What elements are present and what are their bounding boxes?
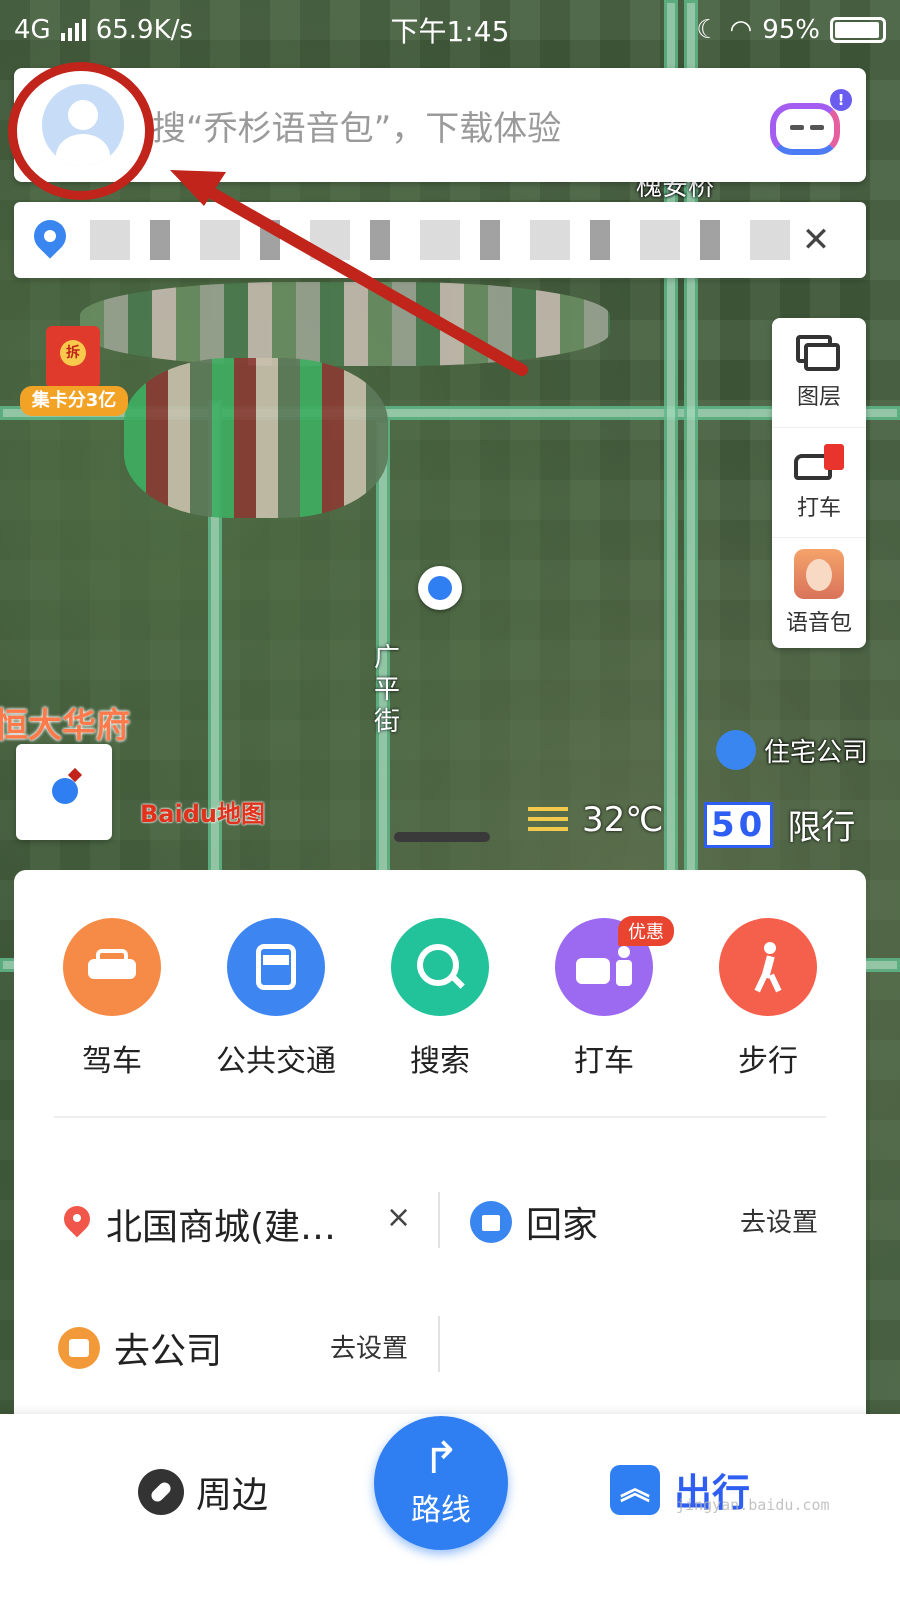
red-packet-promo[interactable]: 拆 集卡分3亿 [20,326,128,418]
divider [54,1116,826,1118]
weather-haze-icon [528,805,568,835]
weather-widget[interactable]: 32℃ [528,800,663,840]
travel-modes: 驾车 公共交通 搜索 优惠 打车 步行 [14,916,866,1080]
assistant-robot-icon[interactable]: ! [770,89,852,155]
mode-walk-label: 步行 [738,1044,798,1079]
status-time: 下午1:45 [390,15,510,48]
mode-search-label: 搜索 [410,1044,470,1079]
close-icon[interactable]: ✕ [796,220,836,260]
map-label-street: 广平街 [373,643,400,737]
nav-nearby[interactable]: 周边 [138,1466,268,1518]
tool-voice-pack-label: 语音包 [785,611,852,636]
taxi-icon [576,946,632,988]
traffic-limit-widget[interactable]: 50 限行 [704,800,855,849]
mode-drive-circle [63,918,161,1016]
location-pin-icon [64,1206,92,1242]
watermark: jingyan.baidu.com [676,1496,830,1514]
work-setup-link[interactable]: 去设置 [330,1328,408,1365]
map-side-tools: 图层 打车 语音包 [772,318,866,648]
robot-eye [790,125,804,130]
mode-drive[interactable]: 驾车 [42,918,182,1080]
search-input[interactable]: 搜“乔杉语音包”，下载体验 [152,101,770,150]
car-icon [88,949,136,985]
status-bar: 4G 65.9K/s 下午1:45 ☾ ◠ 95% [0,0,900,60]
blurred-area [124,358,388,518]
poi-building-icon [716,730,756,770]
notification-badge: ! [830,89,852,111]
route-label: 路线 [411,1493,471,1528]
recent-destination-name: 北国商城(建… [106,1207,337,1248]
tool-layers-label: 图层 [796,384,841,410]
map-label-residential: 住宅公司 [716,730,868,770]
location-bar[interactable]: ✕ [14,202,866,278]
temperature: 32℃ [582,800,664,840]
compass-icon [138,1469,184,1515]
blurred-area [80,282,610,366]
current-location-marker [418,566,466,614]
chevrons-up-icon: ︽ [610,1464,660,1515]
search-icon [417,944,463,990]
mode-transit[interactable]: 公共交通 [206,918,346,1080]
divider [438,1192,440,1248]
home-icon [470,1201,512,1243]
promo-label: 集卡分3亿 [20,386,128,416]
bus-icon [256,944,296,990]
route-button[interactable]: ↱ 路线 [374,1416,508,1550]
mode-search-circle [391,918,489,1016]
map-label-estate: 恒大华府 [0,706,130,746]
work-label: 去公司 [114,1331,223,1372]
traffic-limit-number: 50 [704,801,774,848]
battery-icon [830,17,886,43]
promo-seal: 拆 [60,340,86,366]
location-pin-icon [30,220,70,260]
route-arrow-icon: ↱ [422,1433,460,1484]
briefcase-icon [58,1327,100,1369]
mode-taxi-label: 打车 [574,1044,634,1079]
baidu-map-logo: Baidu地图 [140,800,265,828]
robot-eye [810,125,824,130]
mode-search[interactable]: 搜索 [370,918,510,1080]
panel-drag-handle[interactable] [394,832,490,842]
divider [438,1316,440,1372]
recent-destination[interactable]: 北国商城(建… [64,1198,336,1250]
tool-taxi[interactable]: 打车 [772,428,866,538]
bottom-nav: 周边 ↱ 路线 ︽ 出行 jingyan.baidu.com [0,1414,900,1600]
mode-drive-label: 驾车 [82,1044,142,1079]
voice-pack-icon [794,549,844,599]
walk-icon [748,942,788,993]
mode-walk[interactable]: 步行 [698,918,838,1080]
location-text-redacted [90,220,796,260]
tool-voice-pack[interactable]: 语音包 [772,538,866,648]
layers-icon [796,334,842,373]
traffic-limit-label: 限行 [787,808,856,848]
tool-taxi-label: 打车 [796,495,841,521]
discount-badge: 优惠 [618,916,674,946]
locate-button[interactable] [16,744,112,840]
tool-layers[interactable]: 图层 [772,318,866,428]
mode-transit-circle [227,918,325,1016]
annotation-circle [8,62,154,200]
mode-transit-label: 公共交通 [216,1044,336,1079]
nav-nearby-label: 周边 [196,1475,269,1516]
mode-taxi[interactable]: 优惠 打车 [534,916,674,1080]
map-label-residential-text: 住宅公司 [764,737,869,768]
robot-face [770,103,840,155]
mode-walk-circle [719,918,817,1016]
recent-remove-button[interactable]: × [386,1200,411,1235]
taxi-icon [794,443,844,484]
shortcut-work[interactable]: 去公司 [58,1322,222,1374]
shortcut-home[interactable]: 回家 [470,1196,598,1248]
home-label: 回家 [526,1205,599,1246]
home-setup-link[interactable]: 去设置 [740,1202,818,1239]
